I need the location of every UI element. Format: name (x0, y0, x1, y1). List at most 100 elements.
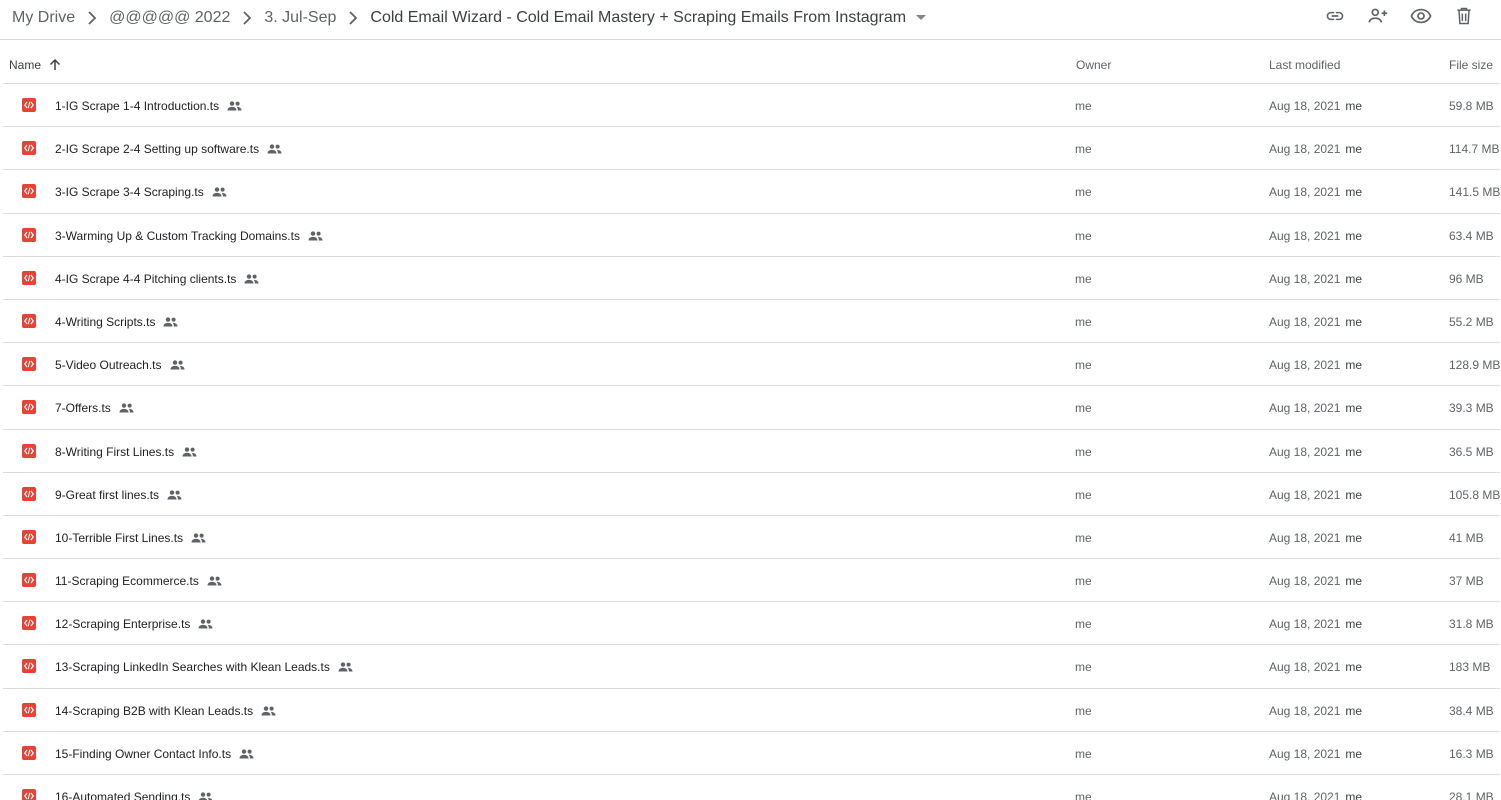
file-modified-date: Aug 18, 2021 (1269, 617, 1341, 632)
file-modified-by: me (1345, 358, 1363, 373)
file-row[interactable]: 12-Scraping Enterprise.ts me Aug 18, 2021 m… (3, 602, 1500, 646)
trash-icon (1454, 6, 1474, 31)
file-modified-date: Aug 18, 2021 (1269, 358, 1341, 373)
file-name-text: 3-Warming Up & Custom Tracking Domains.t… (55, 228, 300, 243)
file-size: 38.4 MB (1449, 703, 1494, 718)
file-size: 183 MB (1449, 660, 1491, 675)
file-row[interactable]: 1-IG Scrape 1-4 Introduction.ts me Aug 18,… (3, 84, 1500, 128)
breadcrumb-year-folder[interactable]: @@@@@ 2022 (109, 9, 230, 27)
caret-down-icon[interactable] (910, 8, 932, 28)
remove-button[interactable] (1442, 5, 1485, 31)
column-header-owner[interactable]: Owner (1076, 58, 1111, 72)
column-header-last-modified[interactable]: Last modified (1269, 58, 1340, 72)
file-modified-by: me (1345, 487, 1363, 502)
folder-actions (1313, 5, 1485, 31)
file-row[interactable]: 2-IG Scrape 2-4 Setting up software.ts me… (3, 127, 1500, 171)
file-row[interactable]: 10-Terrible First Lines.ts me Aug 18, 2021… (3, 516, 1500, 560)
file-row[interactable]: 11-Scraping Ecommerce.ts me Aug 18, 2021 me… (3, 559, 1500, 603)
file-last-modified: Aug 18, 2021 me (1269, 99, 1362, 113)
file-modified-by: me (1345, 660, 1363, 675)
file-row[interactable]: 13-Scraping LinkedIn Searches with Klean… (3, 645, 1500, 689)
file-row[interactable]: 16-Automated Sending.ts me Aug 18, 2021 me 2… (3, 775, 1500, 800)
shared-people-icon (191, 533, 206, 543)
file-last-modified: Aug 18, 2021 me (1269, 185, 1362, 199)
file-modified-date: Aug 18, 2021 (1269, 314, 1341, 329)
file-name-text: 5-Video Outreach.ts (55, 358, 162, 373)
file-name: 14-Scraping B2B with Klean Leads.ts (55, 704, 276, 718)
column-header-file-size[interactable]: File size (1449, 58, 1493, 72)
get-link-button[interactable] (1313, 5, 1356, 31)
column-header-name[interactable]: Name (9, 58, 61, 72)
file-modified-by: me (1345, 99, 1363, 113)
file-modified-by: me (1345, 790, 1363, 800)
shared-people-icon (198, 619, 213, 629)
file-row[interactable]: 4-IG Scrape 4-4 Pitching clients.ts me Aug… (3, 257, 1500, 300)
shared-people-icon (338, 662, 353, 672)
file-size: 59.8 MB (1449, 99, 1494, 113)
chevron-right-icon (336, 8, 370, 28)
file-name: 3-Warming Up & Custom Tracking Domains.t… (55, 229, 323, 243)
shared-people-icon (170, 360, 185, 370)
file-name-text: 4-IG Scrape 4-4 Pitching clients.ts (55, 271, 237, 286)
file-modified-by: me (1345, 401, 1363, 416)
file-last-modified: Aug 18, 2021 me (1269, 272, 1362, 286)
file-size: 28.1 MB (1449, 790, 1494, 800)
file-name-text: 8-Writing First Lines.ts (55, 444, 175, 459)
file-name-text: 9-Great first lines.ts (55, 487, 160, 502)
shared-people-icon (198, 792, 213, 800)
breadcrumb-my-drive[interactable]: My Drive (12, 9, 75, 27)
breadcrumb-quarter-folder[interactable]: 3. Jul-Sep (264, 9, 336, 27)
chevron-right-icon (230, 8, 264, 28)
file-owner: me (1075, 746, 1092, 761)
file-modified-date: Aug 18, 2021 (1269, 746, 1341, 761)
file-row[interactable]: 5-Video Outreach.ts me Aug 18, 2021 me 128.9… (3, 343, 1501, 387)
file-owner: me (1075, 358, 1092, 373)
file-name: 4-Writing Scripts.ts (55, 315, 178, 329)
shared-people-icon (244, 274, 259, 284)
file-modified-date: Aug 18, 2021 (1269, 401, 1341, 416)
file-owner: me (1075, 444, 1092, 459)
file-owner: me (1075, 660, 1092, 675)
file-name-text: 10-Terrible First Lines.ts (55, 530, 184, 545)
file-last-modified: Aug 18, 2021 me (1269, 704, 1362, 718)
file-owner: me (1075, 703, 1092, 718)
file-row[interactable]: 9-Great first lines.ts me Aug 18, 2021 me 10… (3, 473, 1500, 516)
file-row[interactable]: 8-Writing First Lines.ts me Aug 18, 2021 me… (3, 430, 1500, 473)
file-row[interactable]: 3-IG Scrape 3-4 Scraping.ts me Aug 18, 202… (3, 170, 1501, 214)
file-last-modified: Aug 18, 2021 me (1269, 401, 1362, 415)
code-file-icon (22, 313, 36, 328)
file-size: 128.9 MB (1449, 358, 1501, 373)
breadcrumb: My Drive @@@@@ 2022 3. Jul-Sep Cold Emai… (0, 0, 932, 36)
file-size: 31.8 MB (1449, 617, 1494, 632)
file-owner: me (1075, 185, 1092, 200)
file-modified-by: me (1345, 530, 1363, 545)
preview-icon (1409, 5, 1432, 32)
shared-people-icon (227, 101, 242, 111)
file-row[interactable]: 3-Warming Up & Custom Tracking Domains.t… (3, 214, 1500, 257)
file-owner: me (1075, 487, 1092, 502)
share-button[interactable] (1356, 5, 1399, 31)
file-name-text: 3-IG Scrape 3-4 Scraping.ts (55, 185, 204, 200)
file-name-text: 7-Offers.ts (55, 401, 111, 416)
preview-button[interactable] (1399, 5, 1442, 31)
arrow-up-icon[interactable] (49, 59, 61, 71)
breadcrumb-current-folder[interactable]: Cold Email Wizard - Cold Email Mastery +… (370, 9, 906, 27)
file-row[interactable]: 4-Writing Scripts.ts me Aug 18, 2021 me 55.2… (3, 300, 1500, 344)
file-row[interactable]: 15-Finding Owner Contact Info.ts me Aug 18… (3, 732, 1500, 775)
file-owner: me (1075, 530, 1092, 545)
file-modified-date: Aug 18, 2021 (1269, 487, 1341, 502)
file-size: 63.4 MB (1449, 228, 1494, 243)
file-name: 3-IG Scrape 3-4 Scraping.ts (55, 185, 227, 199)
file-row[interactable]: 14-Scraping B2B with Klean Leads.ts me Aug… (3, 689, 1500, 732)
file-name: 9-Great first lines.ts (55, 488, 182, 502)
file-name-text: 13-Scraping LinkedIn Searches with Klean… (55, 660, 330, 675)
file-row[interactable]: 7-Offers.ts me Aug 18, 2021 me 39.3 MB (3, 386, 1500, 430)
file-modified-date: Aug 18, 2021 (1269, 228, 1341, 243)
code-file-icon (22, 357, 36, 372)
file-last-modified: Aug 18, 2021 me (1269, 574, 1362, 588)
code-file-icon (22, 400, 36, 415)
file-size: 37 MB (1449, 574, 1484, 589)
code-file-icon (22, 270, 36, 285)
file-size: 141.5 MB (1449, 185, 1501, 200)
file-owner: me (1075, 228, 1092, 243)
